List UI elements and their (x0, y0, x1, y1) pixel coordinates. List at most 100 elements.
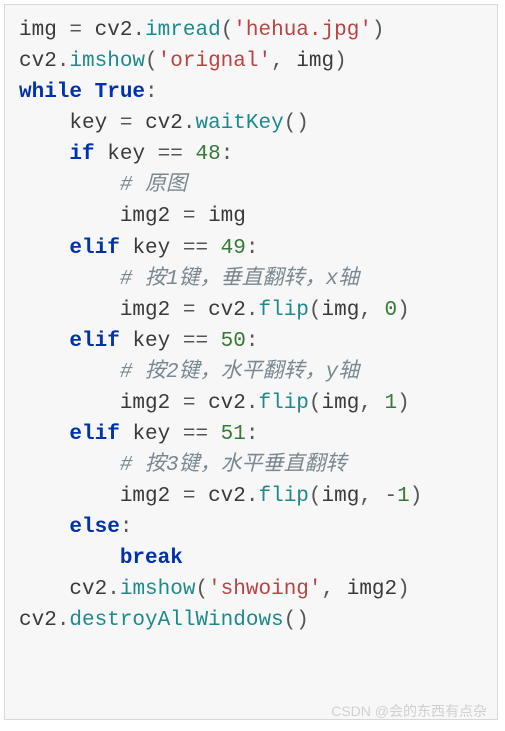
code-token: img (296, 50, 334, 73)
code-token: = (183, 392, 208, 415)
code-line: break (19, 543, 487, 574)
code-token: : (246, 237, 259, 260)
code-token: ) (372, 19, 385, 42)
code-token: while (19, 81, 82, 104)
code-token: 1 (397, 485, 410, 508)
code-token: . (246, 485, 259, 508)
code-token: ) (397, 392, 410, 415)
code-token: , (271, 50, 296, 73)
code-token (19, 485, 120, 508)
code-token: cv2 (19, 50, 57, 73)
code-token: . (57, 50, 70, 73)
code-token (19, 112, 69, 135)
code-token: flip (258, 299, 308, 322)
code-token: cv2 (208, 392, 246, 415)
code-token (19, 516, 69, 539)
code-token: . (246, 392, 259, 415)
code-token: cv2 (208, 485, 246, 508)
code-token: == (183, 423, 221, 446)
code-token: : (246, 423, 259, 446)
code-token: : (145, 81, 158, 104)
code-token: ( (309, 299, 322, 322)
code-token: img2 (120, 485, 183, 508)
code-token: . (183, 112, 196, 135)
code-line: # 按3键，水平垂直翻转 (19, 450, 487, 481)
code-token: ( (309, 485, 322, 508)
code-token: # 按2键，水平翻转，y轴 (120, 361, 359, 384)
code-token: 1 (385, 392, 398, 415)
code-token: img (19, 19, 69, 42)
code-token: img (322, 299, 360, 322)
code-token: 0 (385, 299, 398, 322)
code-line: # 原图 (19, 170, 487, 201)
code-token (19, 330, 69, 353)
code-token: img2 (120, 392, 183, 415)
code-token: , (359, 392, 384, 415)
code-token: ( (309, 392, 322, 415)
code-token: else (69, 516, 119, 539)
code-line: img = cv2.imread('hehua.jpg') (19, 15, 487, 46)
code-line: if key == 48: (19, 139, 487, 170)
code-token: - (385, 485, 398, 508)
code-token: 'hehua.jpg' (233, 19, 372, 42)
code-token: img2 (120, 299, 183, 322)
code-line: # 按1键，垂直翻转，x轴 (19, 264, 487, 295)
code-line: cv2.destroyAllWindows() (19, 605, 487, 636)
code-token: # 原图 (120, 174, 187, 197)
code-token: flip (258, 485, 308, 508)
code-line: cv2.imshow('orignal', img) (19, 46, 487, 77)
code-token: # 按3键，水平垂直翻转 (120, 454, 347, 477)
code-token: : (221, 143, 234, 166)
code-token: destroyAllWindows (69, 609, 283, 632)
code-line: img2 = cv2.flip(img, 0) (19, 295, 487, 326)
code-token: = (120, 112, 145, 135)
code-token: ( (221, 19, 234, 42)
code-token: cv2 (19, 609, 57, 632)
code-token (19, 299, 120, 322)
code-token: imread (145, 19, 221, 42)
code-token: waitKey (195, 112, 283, 135)
watermark-text: CSDN @会的东西有点杂 (331, 701, 487, 721)
code-line: cv2.imshow('shwoing', img2) (19, 574, 487, 605)
code-line: img2 = cv2.flip(img, -1) (19, 481, 487, 512)
code-token: = (183, 299, 208, 322)
code-token: break (120, 547, 183, 570)
code-token: imshow (120, 578, 196, 601)
code-token (19, 237, 69, 260)
code-token: , (359, 485, 384, 508)
code-token: img (208, 205, 246, 228)
code-token (19, 143, 69, 166)
code-token: 50 (221, 330, 246, 353)
code-token: . (57, 609, 70, 632)
code-token: ) (397, 578, 410, 601)
code-token: , (322, 578, 347, 601)
code-token: elif (69, 237, 119, 260)
code-token: () (284, 112, 309, 135)
code-token (82, 81, 95, 104)
code-token: flip (258, 392, 308, 415)
code-token: elif (69, 330, 119, 353)
code-token: key (95, 143, 158, 166)
code-token: == (158, 143, 196, 166)
code-token: == (183, 237, 221, 260)
code-token: img (322, 392, 360, 415)
code-token: cv2 (69, 578, 107, 601)
code-block: img = cv2.imread('hehua.jpg')cv2.imshow(… (4, 4, 498, 720)
code-token: 48 (195, 143, 220, 166)
code-token: key (120, 330, 183, 353)
code-token: elif (69, 423, 119, 446)
code-token (19, 361, 120, 384)
code-token: () (284, 609, 309, 632)
code-token: if (69, 143, 94, 166)
code-token: key (120, 237, 183, 260)
code-token: == (183, 330, 221, 353)
code-line: else: (19, 512, 487, 543)
code-line: while True: (19, 77, 487, 108)
code-token: : (246, 330, 259, 353)
code-token: ) (410, 485, 423, 508)
code-line: img2 = cv2.flip(img, 1) (19, 388, 487, 419)
code-token: , (359, 299, 384, 322)
code-token (19, 454, 120, 477)
code-line: key = cv2.waitKey() (19, 108, 487, 139)
code-token: . (246, 299, 259, 322)
